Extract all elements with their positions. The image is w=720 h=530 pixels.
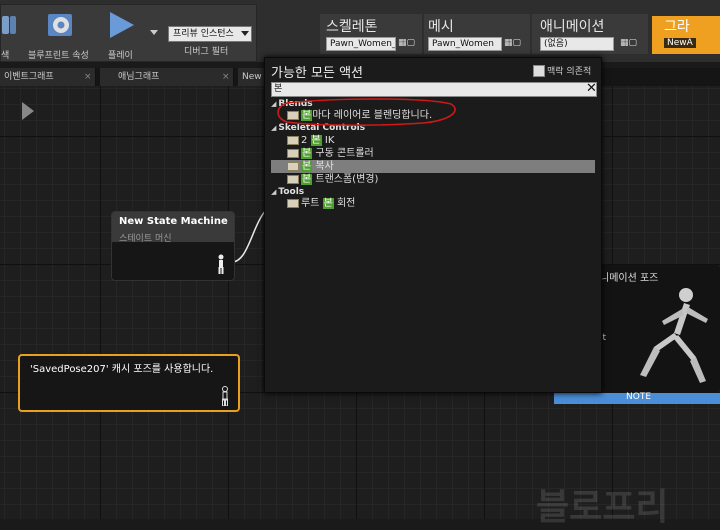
close-icon[interactable]: × [84, 68, 92, 86]
collapse-triangle-icon: ◢ [271, 188, 277, 196]
context-sensitive-checkbox[interactable] [533, 65, 545, 77]
search-tool-label: 색 [1, 51, 10, 61]
debug-filter: 프리뷰 인스턴스 디버그 필터 [166, 24, 254, 60]
state-machine-node[interactable]: New State Machine 스테이트 머신 [111, 211, 235, 281]
action-menu-title: 가능한 모든 액션 [271, 66, 363, 81]
toolbar: 색 블루프린트 속성 플레이 프리뷰 인스턴스 디버그 필터 스켈레톤 Pawn… [0, 0, 720, 62]
tab-event-graph-label: 이벤트그래프 [4, 72, 54, 82]
breadcrumb-graph-title: 그라 [664, 19, 690, 35]
tab-new-label: New [242, 72, 262, 82]
close-icon[interactable]: × [222, 68, 230, 86]
red-annotation-ellipse [277, 98, 456, 126]
clear-search-icon[interactable]: ✕ [586, 81, 597, 96]
tab-anim-graph[interactable]: 애님그래프 × [100, 68, 234, 86]
tab-event-graph[interactable]: 이벤트그래프 × [0, 68, 96, 86]
blueprint-props-button[interactable]: 블루프린트 속성 [26, 6, 98, 61]
grid-icon: ▦▢ [620, 38, 638, 48]
action-menu-popup: 가능한 모든 액션 맥락 의존적 본 ✕ ◢ Blends 본마다 레이어로 블렌… [264, 57, 602, 393]
tab-anim-graph-label: 애님그래프 [118, 72, 160, 82]
grid-icon: ▦▢ [398, 38, 416, 48]
function-icon [287, 135, 299, 145]
breadcrumb-mesh-value: Pawn_Women [428, 37, 502, 51]
breadcrumb-graph-value: NewA [664, 38, 696, 48]
function-icon [287, 198, 299, 208]
pose-pin-icon[interactable] [220, 386, 230, 406]
state-machine-subtitle: 스테이트 머신 [119, 234, 172, 244]
action-search-value: 본 [274, 84, 283, 94]
breadcrumb-graph[interactable]: 그라 NewA [652, 16, 720, 54]
preview-instance-dropdown[interactable]: 프리뷰 인스턴스 [168, 26, 252, 42]
list-item[interactable]: 본 트랜스폼(변경) [287, 174, 378, 186]
note-bar: NOTE [554, 392, 720, 404]
function-icon [287, 161, 299, 171]
breadcrumb-skeleton[interactable]: 스켈레톤 Pawn_Women_ ▦▢ [320, 14, 422, 54]
breadcrumb-skeleton-value: Pawn_Women_ [326, 37, 396, 51]
play-label: 플레이 [108, 51, 133, 61]
breadcrumb: 스켈레톤 Pawn_Women_ ▦▢ 메시 Pawn_Women ▦▢ 애니메… [320, 14, 720, 54]
pose-pin-icon[interactable] [216, 254, 226, 274]
note-label: NOTE [626, 392, 652, 402]
play-options-chevron-icon[interactable] [150, 30, 158, 36]
watermark: 블로프리 [536, 487, 669, 528]
action-search-input[interactable]: 본 ✕ [271, 81, 597, 97]
breadcrumb-animation-title: 애니메이션 [540, 19, 605, 35]
breadcrumb-mesh[interactable]: 메시 Pawn_Women ▦▢ [424, 14, 530, 54]
back-arrow-icon[interactable] [20, 102, 36, 120]
output-pose-title: 니메이션 포즈 [600, 273, 659, 284]
list-item[interactable]: 본 구동 콘트롤러 [287, 148, 374, 160]
play-icon [110, 12, 134, 38]
breadcrumb-animation-value: (없음) [540, 37, 614, 51]
debug-filter-label: 디버그 필터 [184, 47, 229, 57]
function-icon [287, 148, 299, 158]
blueprint-props-label: 블루프린트 속성 [28, 51, 89, 61]
binoculars-icon [2, 16, 16, 34]
chevron-down-icon [241, 31, 249, 36]
play-button[interactable]: 플레이 [104, 6, 144, 61]
category-tools[interactable]: ◢ Tools [271, 186, 304, 198]
action-list: ◢ Blends 본마다 레이어로 블렌딩합니다. ◢ Skeletal Contr… [271, 98, 595, 388]
state-machine-title: New State Machine [119, 216, 228, 227]
breadcrumb-animation[interactable]: 애니메이션 (없음) ▦▢ [532, 14, 648, 54]
list-item-selected[interactable]: 본 복사 [287, 161, 334, 173]
preview-instance-value: 프리뷰 인스턴스 [173, 29, 234, 39]
cached-pose-node[interactable]: 'SavedPose207' 캐시 포즈를 사용합니다. [18, 354, 240, 412]
gear-icon [48, 14, 72, 36]
function-icon [287, 174, 299, 184]
running-mannequin-icon [640, 288, 708, 383]
cached-pose-label: 'SavedPose207' 캐시 포즈를 사용합니다. [30, 364, 214, 375]
list-item[interactable]: 루트 본 회전 [287, 198, 355, 210]
breadcrumb-skeleton-title: 스켈레톤 [326, 19, 378, 35]
search-tool-button[interactable]: 색 [0, 6, 22, 61]
context-sensitive-label: 맥락 의존적 [547, 67, 592, 77]
list-item[interactable]: 2 본 IK [287, 135, 334, 147]
breadcrumb-mesh-title: 메시 [428, 19, 454, 35]
grid-icon: ▦▢ [504, 38, 522, 48]
